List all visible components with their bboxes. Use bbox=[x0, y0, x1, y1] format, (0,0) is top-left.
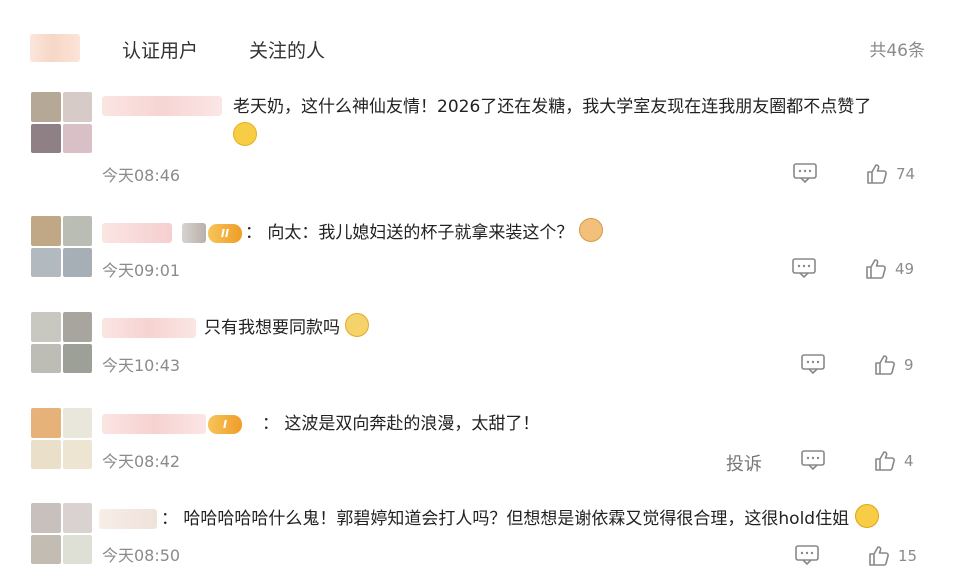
report-button[interactable]: 投诉 bbox=[726, 450, 762, 476]
comment-total-count: 共46条 bbox=[869, 41, 925, 61]
comment-item: ： 哈哈哈哈哈什么鬼！郭碧婷知道会打人吗？但想想是谢依霖又觉得很合理，这很hol… bbox=[0, 503, 960, 583]
comment-text: ： 向太：我儿媳妇送的杯子就拿来装这个？ bbox=[245, 218, 603, 248]
username-blurred[interactable] bbox=[102, 318, 196, 338]
comment-time: 今天08:50 bbox=[102, 546, 181, 565]
comment-time: 今天09:01 bbox=[102, 261, 181, 280]
comment-item: II ： 向太：我儿媳妇送的杯子就拿来装这个？ 今天09:01 49 bbox=[0, 216, 960, 296]
comment-item: 老天奶，这什么神仙友情！2026了还在发糖，我大学室友现在连我朋友圈都不点赞了 … bbox=[0, 92, 960, 192]
reply-button[interactable] bbox=[795, 545, 819, 565]
fan-level-badge: I bbox=[208, 415, 242, 434]
avatar[interactable] bbox=[31, 408, 92, 469]
reply-button[interactable] bbox=[801, 450, 825, 470]
comment-text: 只有我想要同款吗 bbox=[204, 313, 370, 343]
tab-following[interactable]: 关注的人 bbox=[249, 36, 325, 63]
comment-item: I ： 这波是双向奔赴的浪漫，太甜了！ 今天08:42 投诉 4 bbox=[0, 408, 960, 488]
username-blurred-suffix bbox=[182, 223, 206, 243]
username-blurred[interactable] bbox=[102, 414, 206, 434]
like-button[interactable]: 4 bbox=[874, 450, 914, 472]
comment-icon bbox=[792, 258, 816, 278]
comment-text: ： 哈哈哈哈哈什么鬼！郭碧婷知道会打人吗？但想想是谢依霖又觉得很合理，这很hol… bbox=[161, 504, 879, 534]
doge-emoji-icon bbox=[578, 218, 603, 242]
avatar[interactable] bbox=[31, 92, 92, 153]
like-button[interactable]: 49 bbox=[865, 258, 914, 280]
comment-icon bbox=[801, 450, 825, 470]
avatar[interactable] bbox=[31, 503, 92, 564]
comments-header: 认证用户 关注的人 共46条 bbox=[0, 0, 960, 92]
like-button[interactable]: 15 bbox=[868, 545, 917, 567]
comment-time: 今天10:43 bbox=[102, 356, 181, 375]
tab-verified-users[interactable]: 认证用户 bbox=[122, 36, 198, 63]
comment-item: 只有我想要同款吗 今天10:43 9 bbox=[0, 312, 960, 392]
like-count: 15 bbox=[898, 547, 918, 565]
thumbs-up-icon bbox=[875, 355, 895, 375]
thumbs-up-icon bbox=[875, 451, 895, 471]
thumbs-up-icon bbox=[866, 259, 886, 279]
comment-icon bbox=[801, 354, 825, 374]
reply-button[interactable] bbox=[793, 163, 817, 183]
comment-time: 今天08:46 bbox=[102, 166, 181, 185]
comment-icon bbox=[795, 545, 819, 565]
username-blurred[interactable] bbox=[102, 96, 222, 116]
thumbs-up-icon bbox=[867, 164, 887, 184]
comments-page: 认证用户 关注的人 共46条 老天奶，这什么神仙友情！2026了还在发糖，我大学… bbox=[0, 0, 960, 585]
reply-button[interactable] bbox=[792, 258, 816, 278]
laugh-emoji-icon bbox=[854, 504, 879, 528]
cry-emoji-icon bbox=[345, 313, 370, 337]
avatar[interactable] bbox=[31, 312, 92, 373]
like-count: 49 bbox=[895, 260, 915, 278]
comment-time: 今天08:42 bbox=[102, 452, 181, 471]
comment-text: ： 这波是双向奔赴的浪漫，太甜了！ bbox=[262, 414, 540, 434]
like-count: 4 bbox=[904, 452, 914, 470]
like-button[interactable]: 9 bbox=[874, 354, 914, 376]
reply-button[interactable] bbox=[801, 354, 825, 374]
like-count: 74 bbox=[896, 165, 916, 183]
like-count: 9 bbox=[904, 356, 914, 374]
comment-text: 老天奶，这什么神仙友情！2026了还在发糖，我大学室友现在连我朋友圈都不点赞了 bbox=[233, 92, 913, 152]
username-blurred[interactable] bbox=[99, 509, 157, 529]
fan-level-badge: II bbox=[208, 224, 242, 243]
avatar[interactable] bbox=[31, 216, 92, 277]
blurred-filter-tag[interactable] bbox=[30, 34, 80, 62]
username-blurred[interactable] bbox=[102, 223, 172, 243]
like-button[interactable]: 74 bbox=[866, 163, 915, 185]
smile-emoji-icon bbox=[233, 122, 257, 146]
comment-icon bbox=[793, 163, 817, 183]
thumbs-up-icon bbox=[869, 546, 889, 566]
